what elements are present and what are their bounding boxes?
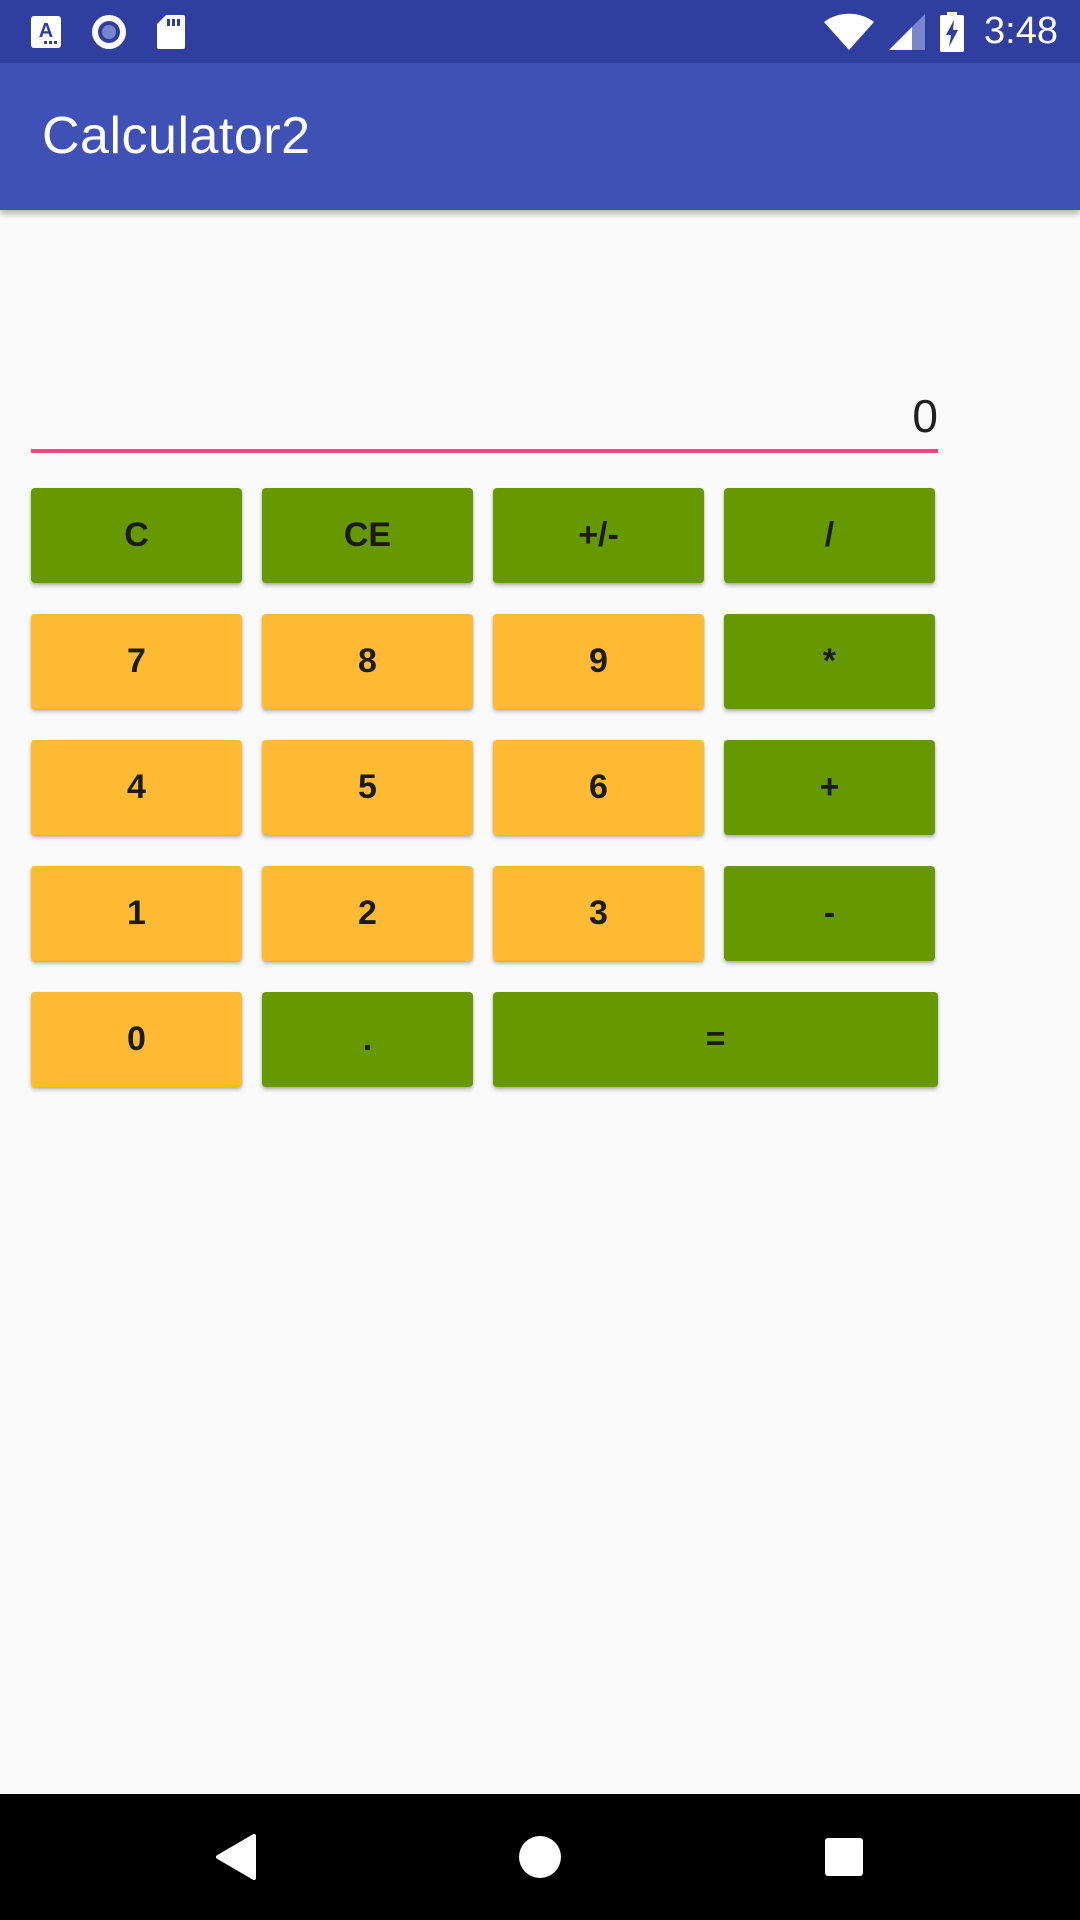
home-button[interactable] <box>480 1794 600 1920</box>
subtract-button[interactable]: - <box>724 866 935 961</box>
app-title: Calculator2 <box>42 107 311 165</box>
recent-apps-icon <box>825 1838 863 1876</box>
sd-card-icon <box>157 14 185 49</box>
digit-5-button[interactable]: 5 <box>262 740 473 835</box>
digit-7-button[interactable]: 7 <box>31 614 242 709</box>
decimal-point-button[interactable]: . <box>262 992 473 1087</box>
digit-6-button[interactable]: 6 <box>493 740 704 835</box>
add-button[interactable]: + <box>724 740 935 835</box>
back-button[interactable] <box>176 1794 296 1920</box>
result-value: 0 <box>912 390 938 442</box>
text-recognition-icon: A <box>31 15 61 48</box>
status-bar: A 3:48 <box>0 0 1080 63</box>
equals-button[interactable]: = <box>493 992 938 1087</box>
svg-text:A: A <box>39 20 53 42</box>
recent-apps-button[interactable] <box>784 1794 904 1920</box>
digit-4-button[interactable]: 4 <box>31 740 242 835</box>
divide-button[interactable]: / <box>724 488 935 583</box>
status-bar-system: 3:48 <box>824 0 1058 63</box>
app-bar: Calculator2 <box>0 63 1080 210</box>
status-bar-time: 3:48 <box>984 10 1058 52</box>
cellular-signal-icon <box>889 13 926 50</box>
back-icon <box>216 1834 256 1880</box>
digit-2-button[interactable]: 2 <box>262 866 473 961</box>
navigation-bar <box>0 1794 1080 1920</box>
digit-8-button[interactable]: 8 <box>262 614 473 709</box>
status-bar-notifications: A <box>30 0 186 63</box>
wifi-icon <box>824 13 875 50</box>
home-icon <box>519 1836 561 1878</box>
clear-button[interactable]: C <box>31 488 242 583</box>
record-icon <box>92 14 126 49</box>
negate-button[interactable]: +/- <box>493 488 704 583</box>
battery-charging-icon <box>940 11 965 52</box>
clear-entry-button[interactable]: CE <box>262 488 473 583</box>
multiply-button[interactable]: * <box>724 614 935 709</box>
digit-1-button[interactable]: 1 <box>31 866 242 961</box>
digit-3-button[interactable]: 3 <box>493 866 704 961</box>
digit-0-button[interactable]: 0 <box>31 992 242 1087</box>
digit-9-button[interactable]: 9 <box>493 614 704 709</box>
result-display[interactable]: 0 <box>31 385 938 447</box>
display-underline <box>31 449 938 453</box>
